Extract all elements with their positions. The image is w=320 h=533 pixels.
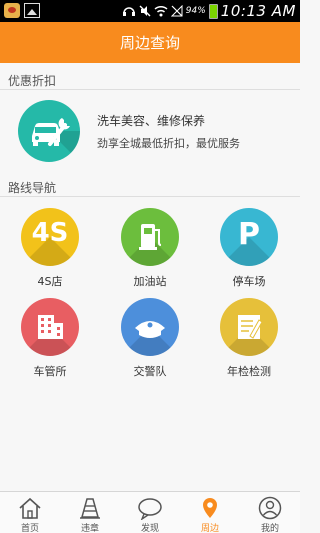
building-icon [21, 298, 79, 356]
police-cap-icon [121, 298, 179, 356]
image-icon [24, 3, 40, 18]
nav-item-parking[interactable]: P 停车场 [209, 208, 289, 298]
inspection-document-icon [220, 298, 278, 356]
battery-percent: 94% [185, 6, 206, 16]
promo-title[interactable]: 洗车美容、维修保养 [97, 112, 205, 129]
traffic-cone-icon [80, 498, 100, 519]
page-title: 周边查询 [119, 34, 180, 52]
clock: 10:13 AM [220, 2, 296, 20]
title-bar: 周边查询 [0, 22, 300, 63]
tab-me[interactable]: 我的 [240, 492, 300, 533]
parking-icon: P [220, 208, 278, 266]
nav-label-parking: 停车场 [232, 275, 266, 288]
mute-icon [139, 5, 151, 17]
tab-label-me: 我的 [260, 524, 279, 533]
tab-label-violations: 违章 [80, 524, 99, 533]
location-pin-icon [203, 498, 217, 518]
nav-label-4s-store: 4S店 [37, 275, 63, 288]
tab-home[interactable]: 首页 [0, 492, 60, 533]
home-icon [19, 497, 41, 519]
car-wrench-icon[interactable] [18, 100, 80, 162]
tab-label-nearby: 周边 [200, 524, 219, 533]
fuel-pump-icon [121, 208, 179, 266]
4s-icon: 4S [21, 208, 79, 266]
tab-label-home: 首页 [20, 524, 39, 533]
promo-subtitle: 劲享全城最低折扣，最优服务 [97, 137, 240, 150]
nav-label-traffic-police: 交警队 [133, 365, 167, 378]
app-notification-icon [4, 3, 20, 18]
headset-icon [122, 7, 135, 16]
no-signal-icon [170, 5, 183, 17]
section-divider [0, 89, 300, 90]
battery-icon [208, 3, 218, 19]
nav-item-vehicle-office[interactable]: 车管所 [10, 298, 90, 388]
wifi-icon [154, 5, 168, 17]
tab-discover[interactable]: 发现 [120, 492, 180, 533]
tab-nearby[interactable]: 周边 [180, 492, 240, 533]
tab-label-discover: 发现 [140, 524, 159, 533]
tab-violations[interactable]: 违章 [60, 492, 120, 533]
bottom-tab-bar: 首页 违章 发现 周边 我的 [0, 491, 300, 533]
route-section-label: 路线导航 [8, 181, 57, 195]
chat-bubble-icon [138, 498, 162, 520]
nav-item-traffic-police[interactable]: 交警队 [110, 298, 190, 388]
nav-item-4s-store[interactable]: 4S 4S店 [10, 208, 90, 298]
nav-label-vehicle-office: 车管所 [33, 365, 67, 378]
user-icon [258, 496, 282, 520]
section-divider [0, 196, 300, 197]
nav-item-annual-inspection[interactable]: 年检检测 [209, 298, 289, 388]
nav-item-gas-station[interactable]: 加油站 [110, 208, 190, 298]
discount-section-label: 优惠折扣 [8, 74, 57, 88]
nav-label-annual-inspection: 年检检测 [227, 365, 271, 378]
nav-label-gas-station: 加油站 [133, 275, 167, 288]
status-bar: 94% 10:13 AM [0, 0, 300, 22]
